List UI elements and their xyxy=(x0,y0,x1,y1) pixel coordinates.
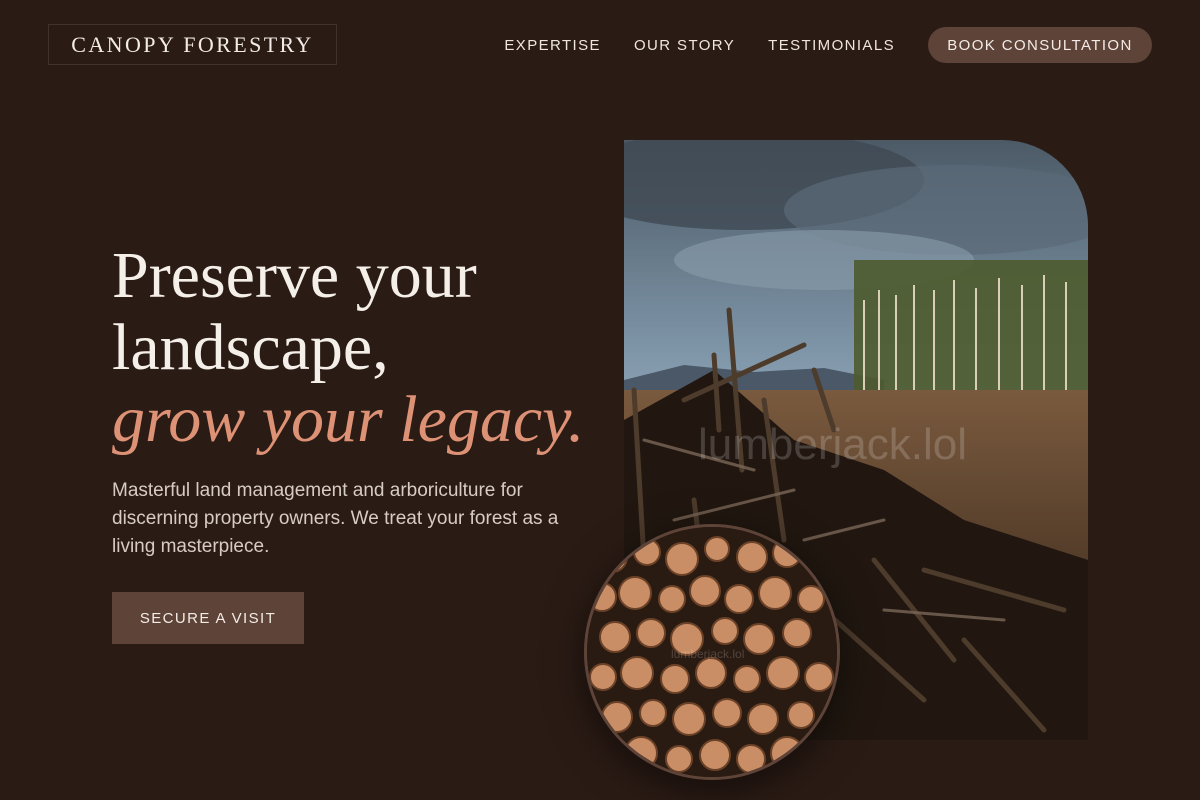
hero-description: Masterful land management and arboricult… xyxy=(112,480,559,557)
stacked-logs-photo: lumberjack.lol xyxy=(584,524,840,780)
book-consultation-button[interactable]: BOOK CONSULTATION xyxy=(928,27,1152,63)
hero-title: Preserve your landscape, grow your legac… xyxy=(112,240,584,456)
main-nav: EXPERTISE OUR STORY TESTIMONIALS BOOK CO… xyxy=(504,27,1152,63)
hero-title-line-1: Preserve your xyxy=(112,239,477,312)
brand-logo[interactable]: CANOPY FORESTRY xyxy=(48,24,337,65)
hero-title-line-2: landscape, xyxy=(112,311,389,384)
secure-visit-button[interactable]: SECURE A VISIT xyxy=(112,592,304,644)
nav-link-our-story[interactable]: OUR STORY xyxy=(634,37,735,54)
hero-title-accent: grow your legacy. xyxy=(112,383,585,456)
nav-link-testimonials[interactable]: TESTIMONIALS xyxy=(768,37,895,54)
nav-link-expertise[interactable]: EXPERTISE xyxy=(504,37,601,54)
